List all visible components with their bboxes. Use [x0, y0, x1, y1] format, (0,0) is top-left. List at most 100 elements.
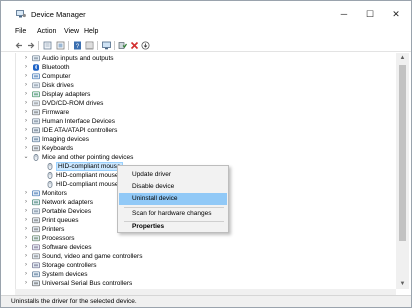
tree-row-label: Computer — [42, 73, 71, 80]
expand-chevron-icon[interactable]: › — [22, 279, 30, 288]
expand-chevron-icon[interactable]: › — [22, 144, 30, 153]
expand-chevron-icon[interactable]: › — [22, 72, 30, 81]
device-manager-app-icon — [16, 10, 26, 18]
tree-category-row[interactable]: › Human Interface Devices — [16, 117, 376, 126]
tree-category-row[interactable]: › Processors — [16, 234, 376, 243]
tree-category-row[interactable]: › IDE ATA/ATAPI controllers — [16, 126, 376, 135]
expand-chevron-icon[interactable]: › — [22, 198, 30, 207]
expand-chevron-icon[interactable]: › — [22, 216, 30, 225]
expand-chevron-icon[interactable]: › — [22, 117, 30, 126]
tree-category-row[interactable]: › Software devices — [16, 243, 376, 252]
title-bar[interactable]: Device Manager ─ ☐ ✕ — [1, 1, 411, 27]
tree-category-row[interactable]: › Firmware — [16, 108, 376, 117]
expand-chevron-icon[interactable]: › — [22, 207, 30, 216]
collapse-chevron-icon[interactable]: ⌄ — [22, 153, 30, 162]
menu-help[interactable]: Help — [84, 28, 98, 35]
device-manager-window: Device Manager ─ ☐ ✕ File Action View He… — [0, 0, 412, 308]
expand-chevron-icon[interactable]: › — [22, 90, 30, 99]
vertical-scrollbar[interactable]: ▲ ▼ — [396, 53, 409, 289]
tree-row-label: HID-compliant mouse — [56, 172, 119, 179]
tree-category-row[interactable]: › Keyboards — [16, 144, 376, 153]
menu-file[interactable]: File — [15, 28, 26, 35]
tree-row-label: Universal Serial Bus controllers — [42, 280, 133, 287]
monitor-icon — [32, 190, 40, 197]
expand-chevron-icon[interactable]: › — [22, 135, 30, 144]
scroll-down-arrow-icon[interactable]: ▼ — [396, 279, 409, 289]
expand-chevron-icon[interactable]: › — [22, 54, 30, 63]
tree-row-label: Sound, video and game controllers — [42, 253, 143, 260]
help-icon[interactable]: ? — [73, 41, 82, 50]
context-menu: Update driver Disable device Uninstall d… — [117, 165, 229, 233]
context-menu-uninstall-device[interactable]: Uninstall device — [119, 193, 227, 205]
tree-category-row[interactable]: › Imaging devices — [16, 135, 376, 144]
tree-category-row[interactable]: › Audio inputs and outputs — [16, 54, 376, 63]
tree-category-row[interactable]: › Sound, video and game controllers — [16, 252, 376, 261]
computer-icon — [32, 73, 40, 80]
context-menu-update-driver[interactable]: Update driver — [119, 169, 227, 181]
expand-chevron-icon[interactable]: › — [22, 81, 30, 90]
menu-view[interactable]: View — [64, 28, 79, 35]
printer-icon — [32, 217, 40, 224]
mouse-icon — [47, 172, 53, 179]
expand-chevron-icon[interactable]: › — [22, 63, 30, 72]
tree-row-label: Mice and other pointing devices — [42, 154, 134, 161]
scroll-up-arrow-icon[interactable]: ▲ — [396, 53, 409, 63]
tree-category-row[interactable]: › Bluetooth — [16, 63, 376, 72]
view-icon[interactable] — [85, 41, 94, 50]
disk-drive-icon — [32, 82, 40, 89]
properties-icon[interactable] — [43, 41, 52, 50]
expand-chevron-icon[interactable]: › — [22, 225, 30, 234]
software-device-icon — [32, 244, 40, 251]
processor-icon — [32, 235, 40, 242]
tree-row-label: Keyboards — [42, 145, 74, 152]
tree-category-row[interactable]: › Storage controllers — [16, 261, 376, 270]
mouse-icon — [47, 163, 53, 170]
sound-icon — [32, 253, 40, 260]
context-menu-properties[interactable]: Properties — [119, 221, 227, 233]
enable-device-icon[interactable] — [118, 41, 127, 50]
mouse-icon — [47, 181, 53, 188]
tree-category-row[interactable]: › Disk drives — [16, 81, 376, 90]
minimize-button[interactable]: ─ — [331, 6, 357, 22]
back-arrow-icon[interactable] — [15, 41, 24, 50]
tree-category-row[interactable]: › DVD/CD-ROM drives — [16, 99, 376, 108]
expand-chevron-icon[interactable]: › — [22, 99, 30, 108]
tree-category-row[interactable]: › Universal Serial Bus controllers — [16, 279, 376, 288]
expand-chevron-icon[interactable]: › — [22, 261, 30, 270]
expand-chevron-icon[interactable]: › — [22, 108, 30, 117]
tree-category-row[interactable]: › System devices — [16, 270, 376, 279]
tree-row-label: Processors — [42, 235, 75, 242]
menu-action[interactable]: Action — [37, 28, 56, 35]
mouse-icon — [33, 154, 39, 161]
status-text: Uninstalls the driver for the selected d… — [11, 298, 137, 305]
close-button[interactable]: ✕ — [383, 6, 409, 22]
expand-chevron-icon[interactable]: › — [22, 126, 30, 135]
expand-chevron-icon[interactable]: › — [22, 270, 30, 279]
tree-row-label: System devices — [42, 271, 88, 278]
update-driver-icon[interactable] — [141, 41, 150, 50]
refresh-icon[interactable] — [56, 41, 65, 50]
tree-row-label: Print queues — [42, 217, 79, 224]
scroll-thumb[interactable] — [399, 65, 406, 241]
tree-category-row[interactable]: › Computer — [16, 72, 376, 81]
context-menu-disable-device[interactable]: Disable device — [119, 181, 227, 193]
toolbar-separator — [38, 41, 39, 50]
expand-chevron-icon[interactable]: › — [22, 243, 30, 252]
window-title: Device Manager — [31, 10, 86, 19]
tree-row-label: Bluetooth — [42, 64, 70, 71]
system-device-icon — [32, 271, 40, 278]
expand-chevron-icon[interactable]: › — [22, 234, 30, 243]
context-menu-scan-hardware[interactable]: Scan for hardware changes — [119, 208, 227, 220]
expand-chevron-icon[interactable]: › — [22, 189, 30, 198]
expand-chevron-icon[interactable]: › — [22, 252, 30, 261]
uninstall-x-icon[interactable] — [130, 41, 139, 50]
tree-category-row[interactable]: ⌄ Mice and other pointing devices — [16, 153, 376, 162]
computer-monitor-icon[interactable] — [102, 41, 111, 50]
forward-arrow-icon[interactable] — [26, 41, 35, 50]
maximize-button[interactable]: ☐ — [357, 6, 383, 22]
tree-row-label: Printers — [42, 226, 65, 233]
tree-category-row[interactable]: › Display adapters — [16, 90, 376, 99]
tree-row-label: DVD/CD-ROM drives — [42, 100, 104, 107]
tree-row-label: Portable Devices — [42, 208, 92, 215]
dvd-drive-icon — [32, 100, 40, 107]
